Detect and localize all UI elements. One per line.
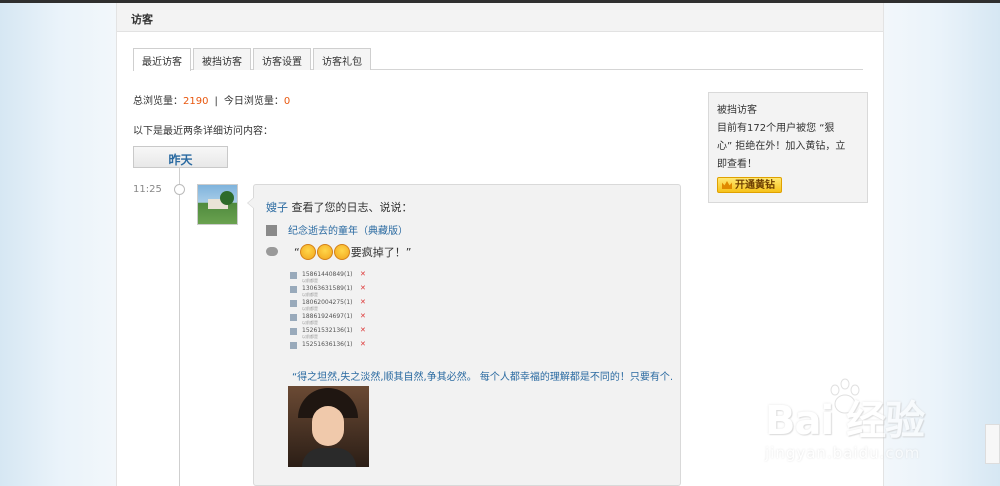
- contact-avatar: [290, 286, 297, 293]
- status-image-contact-list[interactable]: 15861440849(1) 以前都是 ✕ 13063631589(1) 以前都…: [290, 270, 370, 354]
- laughing-emoji-icon: [333, 244, 350, 260]
- contact-avatar: [290, 314, 297, 321]
- stats-separator: |: [214, 96, 218, 107]
- promo-title: 被挡访客: [717, 105, 757, 116]
- panel-title: 访客: [117, 3, 883, 32]
- contact-row: 15261532136(1) 以前都是 ✕: [290, 326, 370, 340]
- laughing-emoji-icon: [299, 244, 316, 260]
- delete-mark: ✕: [360, 326, 366, 334]
- blog-title-link[interactable]: 纪念逝去的童年（典藏版）: [288, 226, 408, 237]
- contact-row: 15251636136(1) ✕: [290, 340, 370, 354]
- baidu-jingyan-watermark: Bai 经验 jingyan.baidu.com: [765, 378, 975, 468]
- status-open-quote: “: [294, 246, 300, 259]
- contact-avatar: [290, 300, 297, 307]
- crown-icon: [722, 181, 732, 189]
- contact-number: 15251636136(1): [302, 341, 353, 348]
- contact-number: 13063631589(1): [302, 285, 353, 292]
- total-views-label: 总浏览量：: [133, 96, 183, 107]
- contact-avatar: [290, 272, 297, 279]
- delete-mark: ✕: [360, 270, 366, 278]
- open-yellow-diamond-button[interactable]: 开通黄钻: [717, 177, 782, 193]
- tab-blocked-visitors[interactable]: 被挡访客: [193, 48, 251, 70]
- contact-number: 18062004275(1): [302, 299, 353, 306]
- scroll-up-button[interactable]: [985, 424, 1000, 464]
- viewed-blog-row: 纪念逝去的童年（典藏版）: [266, 222, 408, 237]
- delete-mark: ✕: [360, 340, 366, 348]
- blog-icon: [266, 225, 277, 236]
- visit-time: 11:25: [133, 184, 162, 195]
- shared-quote-link[interactable]: “得之坦然,失之淡然,顺其自然,争其必然。 每个人都幸福的理解都是不同的！只要有…: [292, 368, 672, 383]
- contact-number: 18861924697(1): [302, 313, 353, 320]
- contact-number: 15261532136(1): [302, 327, 353, 334]
- vip-button-label: 开通黄钻: [735, 180, 775, 191]
- date-tag-yesterday: 昨天: [133, 146, 228, 168]
- promo-text-line-1: 目前有172个用户被您 “狠: [717, 123, 835, 134]
- delete-mark: ✕: [360, 312, 366, 320]
- visitor-name-link[interactable]: 嫂子: [266, 201, 288, 214]
- laughing-emoji-icon: [316, 244, 333, 260]
- contact-avatar: [290, 342, 297, 349]
- today-views-value: 0: [283, 96, 291, 107]
- contact-row: 13063631589(1) 以前都是 ✕: [290, 284, 370, 298]
- comment-icon: [266, 247, 278, 256]
- timeline-line: [179, 168, 180, 486]
- avatar-tree-shape: [220, 191, 234, 205]
- contact-row: 15861440849(1) 以前都是 ✕: [290, 270, 370, 284]
- tab-recent-visitors[interactable]: 最近访客: [133, 48, 191, 71]
- photo-body-shape: [302, 448, 356, 467]
- status-text: 要疯掉了！”: [350, 246, 412, 259]
- visitor-avatar[interactable]: [197, 184, 238, 225]
- contact-row: 18861924697(1) 以前都是 ✕: [290, 312, 370, 326]
- delete-mark: ✕: [360, 298, 366, 306]
- visit-headline: 嫂子 查看了您的日志、说说：: [266, 199, 413, 215]
- promo-text-line-2: 心” 拒绝在外！加入黄钻，立: [717, 141, 846, 152]
- visit-action-text: 查看了您的日志、说说：: [291, 201, 413, 214]
- contact-number: 15861440849(1): [302, 271, 353, 278]
- viewed-status-row: “ 要疯掉了！”: [266, 244, 411, 260]
- delete-mark: ✕: [360, 284, 366, 292]
- blocked-visitors-promo: 被挡访客 目前有172个用户被您 “狠 心” 拒绝在外！加入黄钻，立 即查看！ …: [708, 92, 868, 203]
- watermark-url: jingyan.baidu.com: [765, 444, 921, 462]
- recent-visits-intro: 以下是最近两条详细访问内容：: [133, 126, 273, 137]
- tab-visitor-settings[interactable]: 访客设置: [253, 48, 311, 70]
- visitor-tabs: 最近访客 被挡访客 访客设置 访客礼包: [133, 48, 863, 71]
- photo-face-shape: [312, 406, 344, 446]
- tab-visitor-gifts[interactable]: 访客礼包: [313, 48, 371, 70]
- promo-text-line-3: 即查看！: [717, 159, 757, 170]
- contact-row: 18062004275(1) 以前都是 ✕: [290, 298, 370, 312]
- card-pointer: [247, 197, 255, 209]
- total-views-value: 2190: [183, 96, 209, 107]
- today-views-label: 今日浏览量：: [223, 96, 284, 107]
- clock-icon: [174, 184, 185, 195]
- shared-photo[interactable]: [288, 386, 369, 467]
- watermark-main-text: Bai 经验: [765, 398, 925, 444]
- view-stats: 总浏览量：2190 | 今日浏览量：0: [133, 92, 290, 107]
- visit-detail-card: 嫂子 查看了您的日志、说说： 纪念逝去的童年（典藏版） “ 要疯掉了！” 1586…: [247, 184, 681, 486]
- contact-avatar: [290, 328, 297, 335]
